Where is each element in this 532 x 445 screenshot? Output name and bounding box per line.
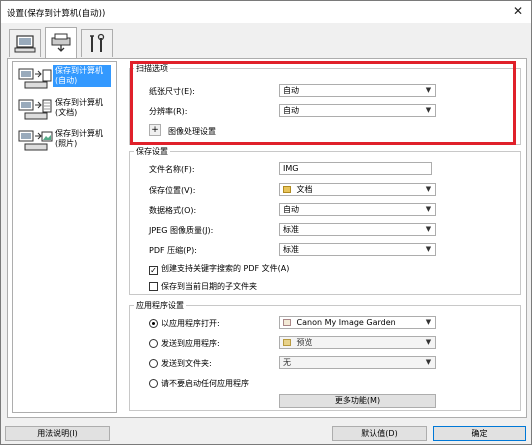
radio-icon bbox=[149, 379, 158, 388]
save-to-computer-photo-icon bbox=[18, 130, 53, 151]
defaults-button[interactable]: 默认值(D) bbox=[332, 426, 427, 441]
sidebar-item-label: 保存到计算机 (文档) bbox=[55, 98, 103, 117]
computer-icon bbox=[14, 34, 36, 52]
send-to-app-value: 预览 bbox=[296, 338, 313, 347]
pdf-compression-select[interactable]: 标准 ▼ bbox=[279, 243, 436, 256]
save-to-computer-auto-icon bbox=[18, 68, 52, 89]
help-button[interactable]: 用法说明(I) bbox=[5, 426, 110, 441]
application-settings-title: 应用程序设置 bbox=[134, 300, 186, 311]
folder-icon bbox=[283, 186, 291, 193]
jpeg-quality-value: 标准 bbox=[283, 225, 299, 234]
sidebar-item-save-auto[interactable]: 保存到计算机 (自动) bbox=[15, 64, 114, 94]
data-format-select[interactable]: 自动 ▼ bbox=[279, 203, 436, 216]
open-with-label: 以应用程序打开: bbox=[161, 319, 220, 328]
filename-input[interactable]: IMG bbox=[279, 162, 432, 175]
open-with-value: Canon My Image Garden bbox=[296, 318, 396, 327]
chevron-down-icon: ▼ bbox=[425, 225, 432, 233]
window-title: 设置(保存到计算机(自动)) bbox=[7, 9, 106, 19]
send-to-folder-value: 无 bbox=[283, 358, 291, 367]
sidebar-item-label: 保存到计算机 (自动) bbox=[53, 65, 111, 87]
sidebar: 保存到计算机 (自动) 保存到计算机 (文档) 保存到计算机 (照片) bbox=[12, 61, 117, 413]
filename-label: 文件名称(F): bbox=[149, 165, 195, 174]
jpeg-quality-select[interactable]: 标准 ▼ bbox=[279, 223, 436, 236]
filename-value: IMG bbox=[283, 164, 299, 173]
check-icon: ✓ bbox=[149, 266, 158, 275]
app-icon bbox=[283, 319, 291, 326]
radio-selected-icon bbox=[149, 319, 158, 328]
do-not-start-radio[interactable]: 请不要启动任何应用程序 bbox=[149, 378, 249, 389]
tab-panel: 保存到计算机 (自动) 保存到计算机 (文档) 保存到计算机 (照片) 扫描选项… bbox=[7, 58, 527, 418]
do-not-start-label: 请不要启动任何应用程序 bbox=[161, 379, 249, 388]
data-format-value: 自动 bbox=[283, 205, 299, 214]
chevron-down-icon: ▼ bbox=[425, 338, 432, 346]
preview-app-icon bbox=[283, 339, 291, 346]
chevron-down-icon: ▼ bbox=[425, 185, 432, 193]
send-to-folder-select[interactable]: 无 ▼ bbox=[279, 356, 436, 369]
tools-icon bbox=[90, 33, 105, 52]
sidebar-item-label: 保存到计算机 (照片) bbox=[55, 129, 103, 148]
chevron-down-icon: ▼ bbox=[425, 245, 432, 253]
create-searchable-pdf-label: 创建支持关键字搜索的 PDF 文件(A) bbox=[161, 264, 290, 273]
data-format-label: 数据格式(O): bbox=[149, 206, 197, 215]
checkbox-box bbox=[149, 282, 158, 291]
pdf-compression-label: PDF 压缩(P): bbox=[149, 246, 197, 255]
save-settings-group: 保存设置 文件名称(F): IMG 保存位置(V): 文档 ▼ 数据格式(O):… bbox=[129, 146, 521, 295]
save-to-computer-document-icon bbox=[18, 99, 52, 120]
send-to-folder-radio[interactable]: 发送到文件夹: bbox=[149, 358, 212, 369]
radio-icon bbox=[149, 359, 158, 368]
sidebar-item-save-photo[interactable]: 保存到计算机 (照片) bbox=[15, 126, 114, 156]
settings-dialog: 设置(保存到计算机(自动)) ✕ 保存到计算机 (自动) 保存到计算机 (文档)… bbox=[0, 0, 532, 445]
tab-general-settings[interactable] bbox=[81, 29, 113, 57]
pdf-compression-value: 标准 bbox=[283, 245, 299, 254]
chevron-down-icon: ▼ bbox=[425, 358, 432, 366]
tab-scan-from-computer[interactable] bbox=[9, 29, 41, 57]
more-functions-button[interactable]: 更多功能(M) bbox=[279, 394, 436, 408]
save-in-label: 保存位置(V): bbox=[149, 186, 196, 195]
save-in-select[interactable]: 文档 ▼ bbox=[279, 183, 436, 196]
chevron-down-icon: ▼ bbox=[425, 318, 432, 326]
sidebar-item-save-document[interactable]: 保存到计算机 (文档) bbox=[15, 95, 114, 125]
open-with-radio[interactable]: 以应用程序打开: bbox=[149, 318, 220, 329]
jpeg-quality-label: JPEG 图像质量(J): bbox=[149, 226, 214, 235]
tab-strip bbox=[7, 27, 527, 59]
send-to-app-label: 发送到应用程序: bbox=[161, 339, 220, 348]
save-in-value: 文档 bbox=[296, 185, 313, 194]
open-with-select[interactable]: Canon My Image Garden ▼ bbox=[279, 316, 436, 329]
send-to-app-select[interactable]: 预览 ▼ bbox=[279, 336, 436, 349]
title-bar: 设置(保存到计算机(自动)) ✕ bbox=[1, 1, 531, 23]
save-to-date-subfolder-label: 保存到当前日期的子文件夹 bbox=[161, 282, 257, 291]
ok-button[interactable]: 确定 bbox=[433, 426, 526, 441]
save-to-date-subfolder-checkbox[interactable]: 保存到当前日期的子文件夹 bbox=[149, 281, 257, 292]
scan-options-highlight bbox=[130, 61, 516, 145]
scanner-panel-icon bbox=[51, 33, 71, 52]
send-to-app-radio[interactable]: 发送到应用程序: bbox=[149, 338, 220, 349]
create-searchable-pdf-checkbox[interactable]: ✓ 创建支持关键字搜索的 PDF 文件(A) bbox=[149, 263, 289, 275]
application-settings-group: 应用程序设置 以应用程序打开: Canon My Image Garden ▼ … bbox=[129, 300, 521, 411]
close-icon[interactable]: ✕ bbox=[513, 4, 523, 18]
tab-scan-from-panel[interactable] bbox=[45, 27, 77, 58]
radio-icon bbox=[149, 339, 158, 348]
chevron-down-icon: ▼ bbox=[425, 205, 432, 213]
save-settings-title: 保存设置 bbox=[134, 146, 170, 157]
send-to-folder-label: 发送到文件夹: bbox=[161, 359, 212, 368]
